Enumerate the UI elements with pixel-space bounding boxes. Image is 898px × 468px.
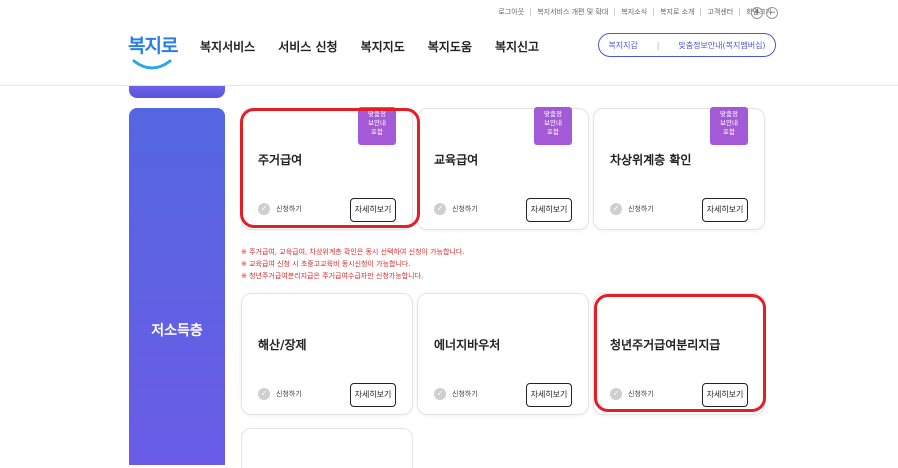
notice-line: ※ 주거급여, 교육급여, 차상위계층 확인은 동시 선택하여 신청이 가능합니…	[241, 248, 465, 256]
previous-category-bar	[129, 86, 225, 98]
check-icon: ✓	[610, 388, 622, 400]
custom-info-link[interactable]: 맞춤정보안내(복지멤버십)	[678, 40, 765, 51]
util-link-reform[interactable]: 복지서비스 개편 및 확대	[531, 8, 616, 16]
check-icon: ✓	[434, 203, 446, 215]
notice-text: ※ 주거급여, 교육급여, 차상위계층 확인은 동시 선택하여 신청이 가능합니…	[241, 246, 465, 282]
notice-line: ※ 청년주거급여분리지급은 주거급여수급자만 신청가능합니다.	[241, 272, 424, 280]
notice-line: ※ 교육급여 신청 시 초중고교육비 동시신청이 가능합니다.	[241, 260, 411, 268]
apply-checkbox[interactable]: ✓ 신청하기	[434, 203, 478, 215]
badge-line: 맞춤정	[544, 110, 562, 118]
check-icon: ✓	[258, 388, 270, 400]
check-icon: ✓	[434, 388, 446, 400]
badge-line: 보안내	[544, 119, 562, 127]
badge-line: 맞춤정	[368, 110, 386, 118]
service-card-housing[interactable]: 맞춤정 보안내 포함 주거급여 ✓ 신청하기 자세히보기	[241, 107, 413, 230]
nav-welfare-report[interactable]: 복지신고	[495, 38, 539, 55]
logo-smile-icon	[132, 59, 172, 70]
zoom-in-button[interactable]: +	[751, 7, 763, 19]
service-card-childbirth-funeral[interactable]: 해산/장제 ✓ 신청하기 자세히보기	[241, 293, 413, 415]
detail-button[interactable]: 자세히보기	[702, 383, 748, 407]
badge-line: 보안내	[720, 119, 738, 127]
util-link-logout[interactable]: 로그아웃	[492, 8, 532, 16]
logo[interactable]: 복지로	[128, 27, 178, 77]
zoom-controls: + −	[751, 7, 778, 19]
apply-checkbox[interactable]: ✓ 신청하기	[610, 203, 654, 215]
custom-info-badge: 맞춤정 보안내 포함	[710, 107, 748, 145]
service-card-partial	[241, 428, 413, 468]
service-card-near-poverty[interactable]: 맞춤정 보안내 포함 차상위계층 확인 ✓ 신청하기 자세히보기	[593, 107, 765, 230]
nav-welfare-service[interactable]: 복지서비스	[200, 38, 255, 55]
detail-button[interactable]: 자세히보기	[702, 198, 748, 222]
card-title: 주거급여	[258, 153, 303, 167]
card-title: 에너지바우처	[434, 338, 501, 352]
detail-button[interactable]: 자세히보기	[350, 198, 396, 222]
logo-text: 복지로	[128, 35, 178, 57]
util-link-about[interactable]: 복지로 소개	[654, 8, 702, 16]
apply-label: 신청하기	[276, 390, 302, 398]
service-card-education[interactable]: 맞춤정 보안내 포함 교육급여 ✓ 신청하기 자세히보기	[417, 107, 589, 230]
zoom-out-button[interactable]: −	[766, 7, 778, 19]
badge-line: 보안내	[368, 119, 386, 127]
check-icon: ✓	[258, 203, 270, 215]
apply-checkbox[interactable]: ✓ 신청하기	[610, 388, 654, 400]
category-panel: 저소득층	[129, 108, 225, 465]
detail-button[interactable]: 자세히보기	[350, 383, 396, 407]
nav-welfare-help[interactable]: 복지도움	[428, 38, 472, 55]
header-quick-pill: 복지지갑 | 맞춤정보안내(복지멤버십)	[598, 33, 776, 57]
apply-label: 신청하기	[452, 205, 478, 213]
card-title: 차상위계층 확인	[610, 153, 692, 167]
apply-label: 신청하기	[452, 390, 478, 398]
custom-info-badge: 맞춤정 보안내 포함	[358, 107, 396, 145]
badge-line: 포함	[723, 128, 735, 136]
custom-info-badge: 맞춤정 보안내 포함	[534, 107, 572, 145]
badge-line: 맞춤정	[720, 110, 738, 118]
util-link-support[interactable]: 고객센터	[701, 8, 741, 16]
nav-welfare-map[interactable]: 복지지도	[361, 38, 405, 55]
utility-bar: 로그아웃 복지서비스 개편 및 확대 복지소식 복지로 소개 고객센터 화면크기	[492, 6, 778, 18]
util-link-news[interactable]: 복지소식	[615, 8, 655, 16]
check-icon: ✓	[610, 203, 622, 215]
card-title: 해산/장제	[258, 338, 307, 352]
apply-checkbox[interactable]: ✓ 신청하기	[258, 203, 302, 215]
apply-label: 신청하기	[628, 205, 654, 213]
apply-checkbox[interactable]: ✓ 신청하기	[434, 388, 478, 400]
badge-line: 포함	[547, 128, 559, 136]
nav-service-apply[interactable]: 서비스 신청	[278, 38, 337, 55]
card-title: 교육급여	[434, 153, 479, 167]
service-card-youth-housing[interactable]: 청년주거급여분리지급 ✓ 신청하기 자세히보기	[593, 293, 765, 415]
apply-label: 신청하기	[628, 390, 654, 398]
card-title: 청년주거급여분리지급	[610, 338, 721, 352]
detail-button[interactable]: 자세히보기	[526, 198, 572, 222]
apply-checkbox[interactable]: ✓ 신청하기	[258, 388, 302, 400]
pill-separator: |	[656, 40, 660, 50]
welfare-wallet-link[interactable]: 복지지갑	[608, 40, 637, 51]
main-nav: 복지서비스 서비스 신청 복지지도 복지도움 복지신고	[200, 38, 562, 55]
apply-label: 신청하기	[276, 205, 302, 213]
badge-line: 포함	[371, 128, 383, 136]
service-card-energy-voucher[interactable]: 에너지바우처 ✓ 신청하기 자세히보기	[417, 293, 589, 415]
category-label: 저소득층	[151, 323, 203, 339]
detail-button[interactable]: 자세히보기	[526, 383, 572, 407]
